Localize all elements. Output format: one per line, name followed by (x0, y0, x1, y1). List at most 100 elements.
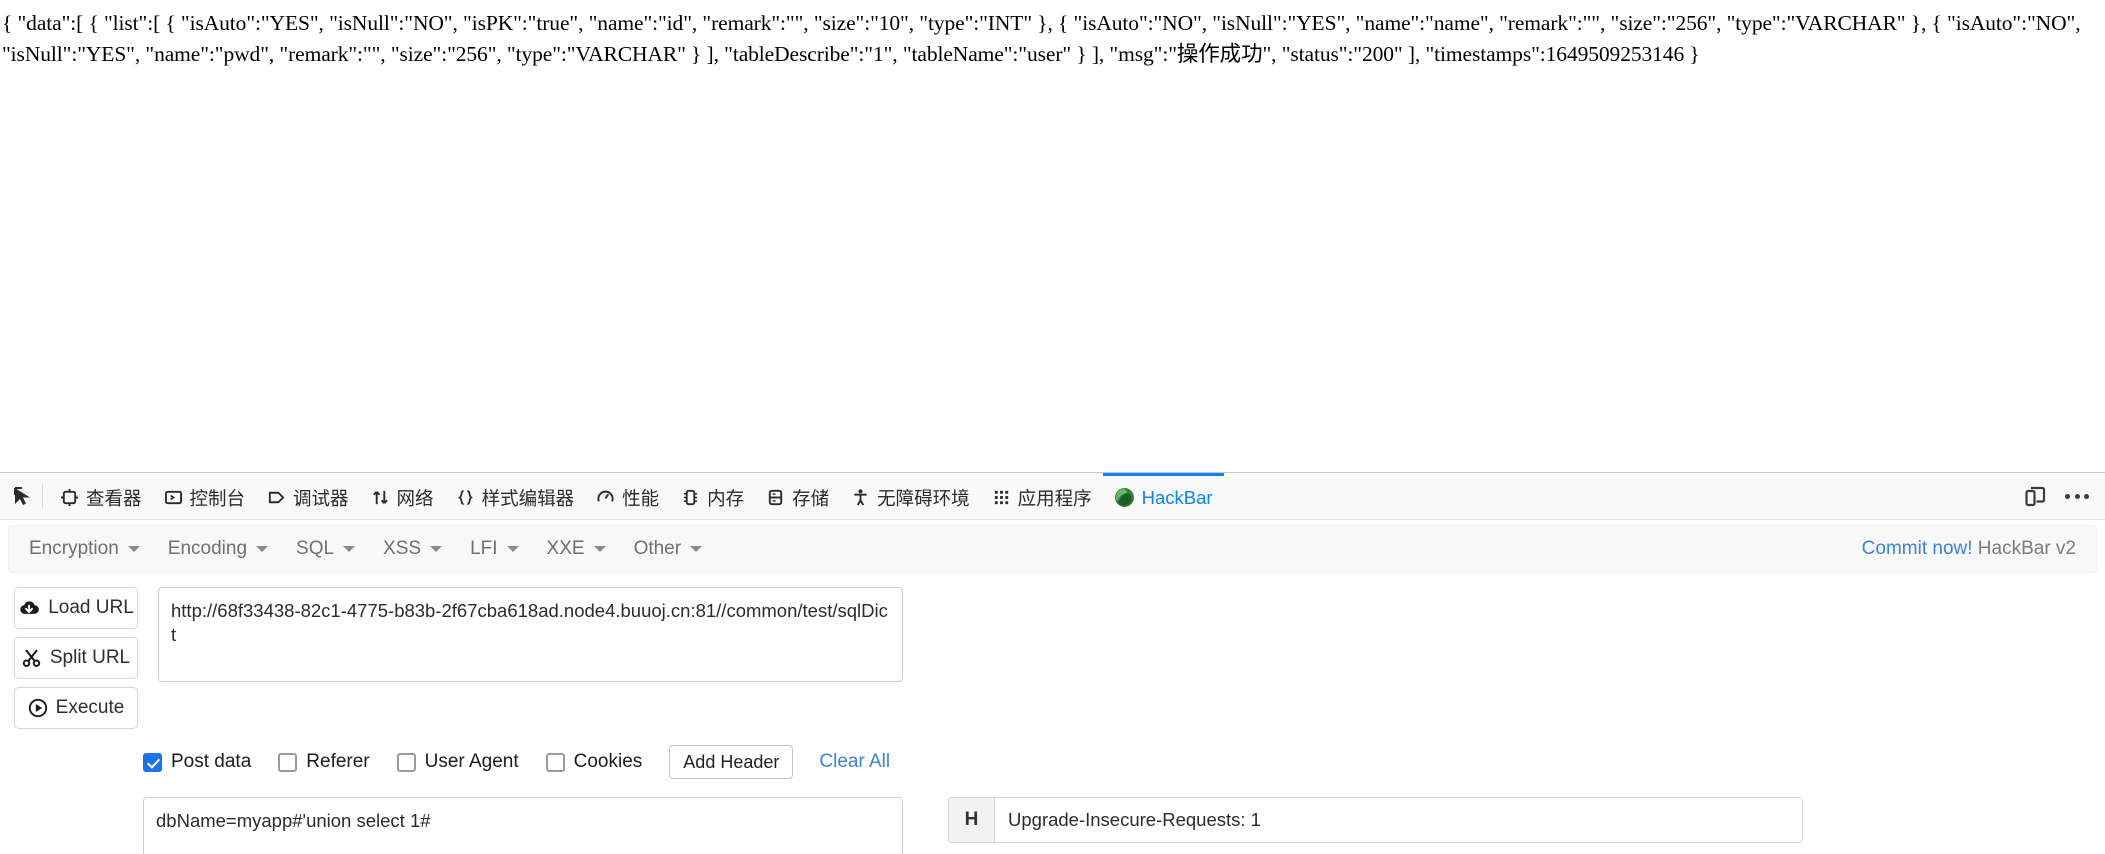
tab-performance-label: 性能 (622, 487, 660, 509)
tab-debugger-label: 调试器 (293, 487, 349, 509)
tab-console-label: 控制台 (189, 487, 246, 509)
header-row[interactable]: H Upgrade-Insecure-Requests: 1 (948, 797, 1803, 843)
devtools-panel: 查看器 控制台 调试器 网络 样式编辑器 性能 内存 存储 无障碍环境 应用程序… (0, 472, 2105, 854)
style-editor-icon (456, 488, 475, 507)
menu-other-label: Other (633, 538, 682, 559)
tab-application[interactable]: 应用程序 (981, 473, 1103, 519)
chevron-down-icon (690, 546, 703, 552)
tab-hackbar-label: HackBar (1141, 486, 1213, 508)
menu-lfi-label: LFI (470, 538, 498, 559)
toolbar-divider (42, 484, 43, 508)
chevron-down-icon (430, 546, 443, 552)
menu-lfi[interactable]: LFI (456, 533, 532, 565)
responsive-design-mode-icon[interactable] (2023, 484, 2047, 508)
tab-accessibility[interactable]: 无障碍环境 (840, 473, 981, 519)
tab-application-label: 应用程序 (1017, 487, 1092, 509)
hackbar-version-label: HackBar v2 (1977, 538, 2076, 559)
checkbox-post-data[interactable]: Post data (143, 751, 251, 773)
devtools-menu-icon[interactable] (2065, 493, 2089, 499)
tab-accessibility-label: 无障碍环境 (877, 487, 970, 509)
hackbar-commit-area: Commit now! HackBar v2 (1862, 538, 2090, 560)
tab-style-editor-label: 样式编辑器 (481, 487, 575, 509)
commit-now-link[interactable]: Commit now! (1862, 538, 1973, 559)
tab-debugger[interactable]: 调试器 (256, 473, 360, 519)
hackbar-options-row: Post data Referer User Agent Cookies Add… (0, 745, 2105, 779)
tab-memory[interactable]: 内存 (670, 473, 755, 519)
hackbar-menubar: Encryption Encoding SQL XSS LFI XXE Othe… (8, 525, 2097, 573)
checkbox-cookies[interactable]: Cookies (545, 751, 643, 773)
json-response-text: { "data":[ { "list":[ { "isAuto":"YES", … (2, 11, 2086, 66)
element-picker-icon[interactable] (4, 473, 42, 519)
url-input[interactable]: http://68f33438-82c1-4775-b83b-2f67cba61… (158, 587, 903, 682)
performance-icon (596, 488, 615, 507)
tab-storage-label: 存储 (792, 487, 830, 509)
scissors-icon (22, 649, 41, 667)
tab-style-editor[interactable]: 样式编辑器 (445, 473, 586, 519)
chevron-down-icon (256, 546, 269, 552)
hackbar-action-buttons: Load URL Split URL Execute (14, 587, 138, 729)
debugger-icon (267, 488, 286, 507)
menu-encoding-label: Encoding (167, 538, 248, 559)
accessibility-icon (851, 488, 870, 507)
clear-all-button[interactable]: Clear All (819, 751, 890, 773)
load-url-label: Load URL (48, 597, 134, 618)
load-url-button[interactable]: Load URL (14, 587, 138, 629)
checkbox-referer[interactable]: Referer (278, 751, 370, 773)
checkbox-cookies-box[interactable] (545, 752, 565, 772)
menu-sql[interactable]: SQL (282, 533, 369, 565)
inspector-icon (60, 488, 79, 507)
devtools-toolbar: 查看器 控制台 调试器 网络 样式编辑器 性能 内存 存储 无障碍环境 应用程序… (0, 473, 2105, 520)
checkbox-cookies-label: Cookies (573, 751, 643, 772)
tab-network-label: 网络 (396, 487, 434, 509)
console-icon (164, 488, 183, 507)
menu-xss-label: XSS (383, 538, 422, 559)
checkbox-referer-label: Referer (306, 751, 370, 772)
hackbar-postdata-row: dbName=myapp#'union select 1# H Upgrade-… (0, 797, 2105, 854)
chevron-down-icon (127, 546, 140, 552)
menu-encryption-label: Encryption (29, 538, 119, 559)
header-type-tag: H (949, 798, 995, 842)
split-url-label: Split URL (49, 647, 131, 668)
memory-icon (681, 488, 700, 507)
tab-console[interactable]: 控制台 (153, 473, 257, 519)
menu-encoding[interactable]: Encoding (154, 533, 282, 565)
devtools-tab-list: 查看器 控制台 调试器 网络 样式编辑器 性能 内存 存储 无障碍环境 应用程序… (49, 473, 1224, 519)
menu-other[interactable]: Other (620, 533, 717, 565)
hackbar-url-row: Load URL Split URL Execute http://68f334… (0, 587, 2105, 729)
tab-hackbar[interactable]: HackBar (1102, 473, 1224, 519)
menu-encryption[interactable]: Encryption (15, 533, 154, 565)
menu-xxe[interactable]: XXE (533, 533, 620, 565)
menu-xxe-label: XXE (546, 538, 585, 559)
menu-xss[interactable]: XSS (369, 533, 456, 565)
hackbar-panel: Encryption Encoding SQL XSS LFI XXE Othe… (0, 520, 2105, 854)
header-value-input[interactable]: Upgrade-Insecure-Requests: 1 (995, 798, 1802, 842)
chevron-down-icon (593, 546, 606, 552)
checkbox-referer-box[interactable] (278, 752, 298, 772)
chevron-down-icon (506, 546, 519, 552)
post-data-input[interactable]: dbName=myapp#'union select 1# (143, 797, 903, 854)
execute-button[interactable]: Execute (14, 687, 138, 729)
checkbox-user-agent-label: User Agent (424, 751, 519, 772)
checkbox-user-agent[interactable]: User Agent (396, 751, 519, 773)
tab-inspector[interactable]: 查看器 (49, 473, 153, 519)
hackbar-icon (1114, 487, 1135, 508)
tab-memory-label: 内存 (707, 487, 745, 509)
tab-network[interactable]: 网络 (360, 473, 445, 519)
menu-sql-label: SQL (296, 538, 335, 559)
application-icon (992, 488, 1011, 507)
storage-icon (766, 488, 785, 507)
tab-storage[interactable]: 存储 (755, 473, 840, 519)
tab-performance[interactable]: 性能 (585, 473, 670, 519)
chevron-down-icon (343, 546, 356, 552)
play-circle-icon (28, 698, 47, 718)
checkbox-post-data-label: Post data (171, 751, 252, 772)
split-url-button[interactable]: Split URL (14, 637, 138, 679)
checkbox-user-agent-box[interactable] (396, 752, 416, 772)
network-icon (371, 488, 390, 507)
browser-content-viewport: { "data":[ { "list":[ { "isAuto":"YES", … (0, 0, 2105, 472)
tab-inspector-label: 查看器 (86, 487, 142, 509)
request-headers-list: H Upgrade-Insecure-Requests: 1 (948, 797, 1803, 843)
devtools-toolbar-right (2023, 473, 2105, 519)
checkbox-post-data-box[interactable] (143, 752, 162, 772)
add-header-button[interactable]: Add Header (669, 745, 794, 779)
